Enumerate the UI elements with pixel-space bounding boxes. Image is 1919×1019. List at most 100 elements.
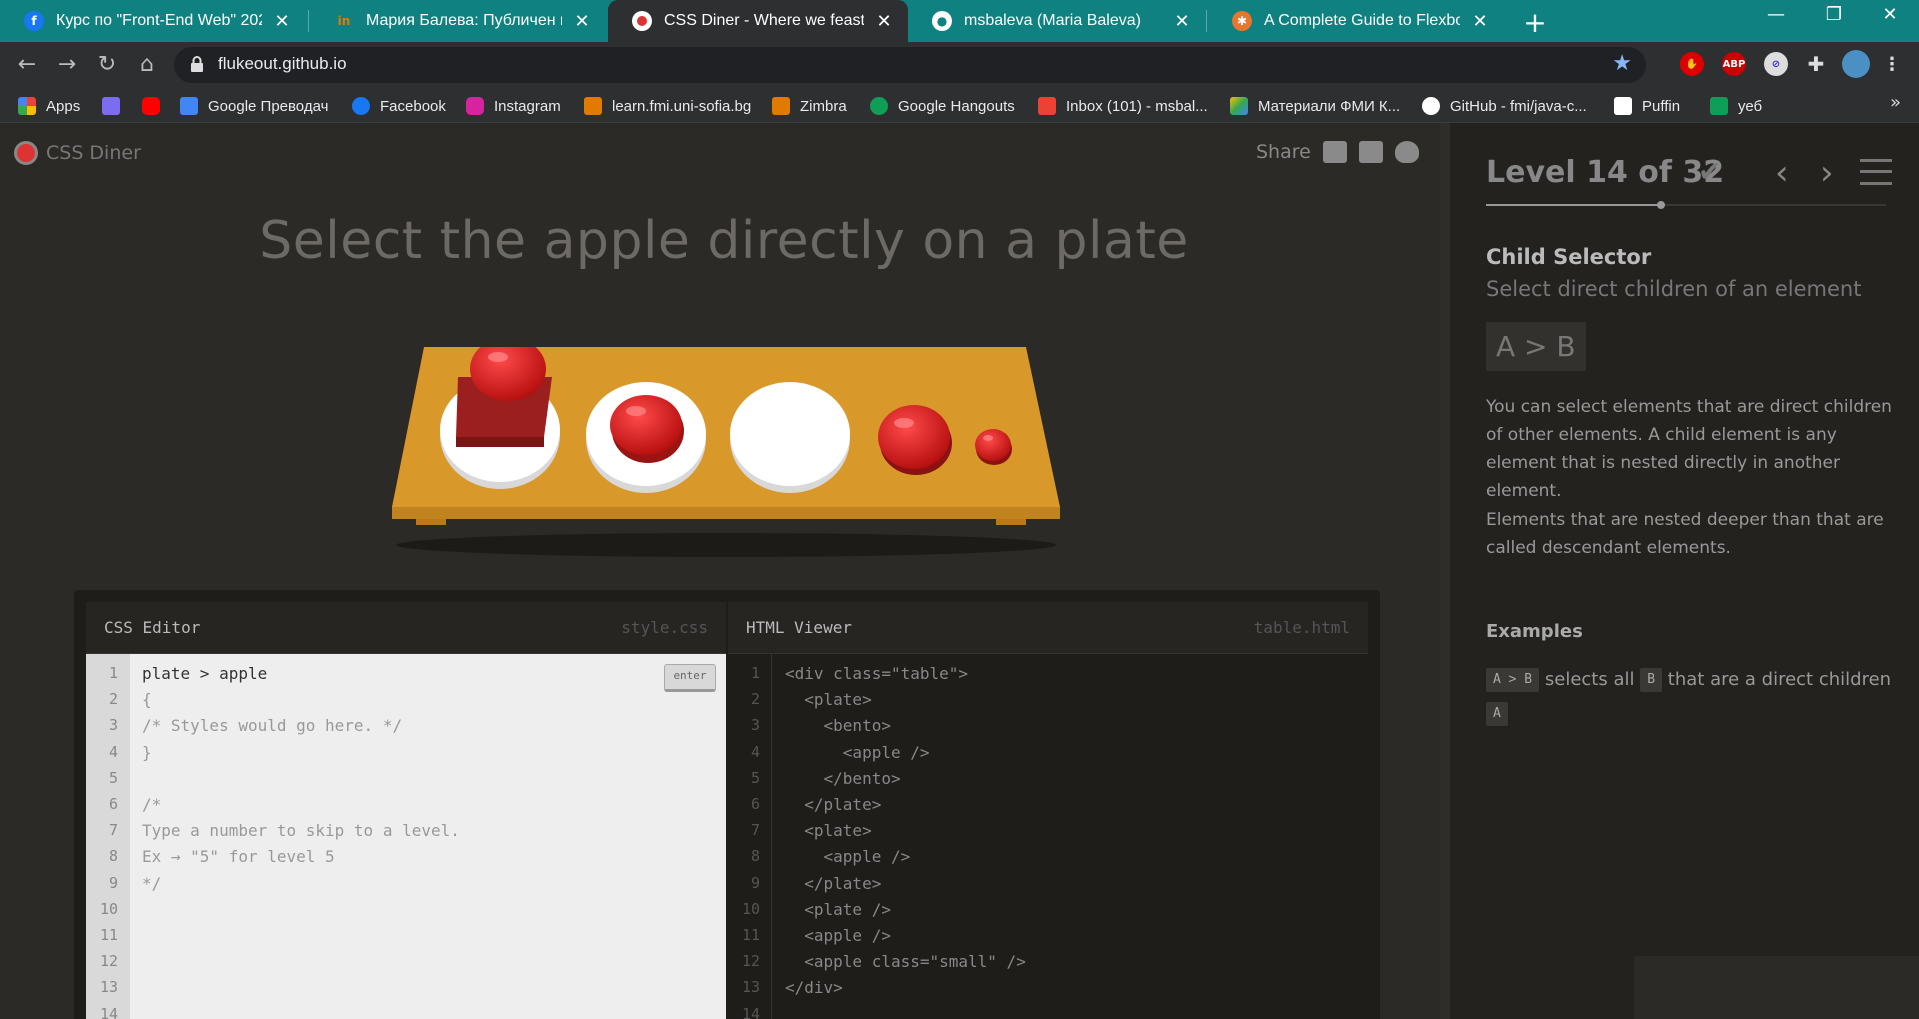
email-icon[interactable]: [1322, 141, 1347, 163]
selector-syntax: A > B: [1486, 322, 1586, 371]
example-item: A > B selects all B that are a direct ch…: [1486, 663, 1906, 731]
close-icon[interactable]: ✕: [874, 11, 894, 32]
tab-maria-baleva-profile[interactable]: in Мария Балева: Публичен проф ✕: [310, 0, 606, 42]
line-number: 10: [741, 899, 760, 918]
tab-css-diner[interactable]: CSS Diner - Where we feast on C ✕: [608, 0, 908, 42]
example-text: that are a direct children: [1667, 669, 1892, 690]
extensions-icon[interactable]: ✚: [1804, 52, 1828, 76]
html-viewer-title: HTML Viewer: [746, 618, 852, 637]
next-level-button[interactable]: ›: [1820, 153, 1834, 193]
twitter-icon[interactable]: [1394, 141, 1419, 163]
reload-button[interactable]: ↻: [92, 50, 122, 80]
tab-title: Курс по "Front-End Web" 2020 |: [56, 12, 262, 29]
new-tab-button[interactable]: +: [1520, 6, 1550, 39]
plate-with-apple[interactable]: [586, 382, 706, 493]
bookmark-inbox[interactable]: Inbox (101) - msbal...: [1038, 95, 1208, 117]
code-line: Type a number to skip to a level.: [142, 821, 460, 841]
close-icon[interactable]: ✕: [572, 11, 592, 32]
tab-bar: f Курс по "Front-End Web" 2020 | ✕ in Ма…: [0, 0, 1919, 42]
tab-github-msbaleva[interactable]: ● msbaleva (Maria Baleva) ✕: [908, 0, 1206, 42]
bookmark-google-translate[interactable]: Google Преводач: [180, 95, 328, 117]
line-number-gutter: 1 2 3 4 5 6 7 8 9 10 11 12 13 14: [86, 654, 130, 1019]
bookmark-google-hangouts[interactable]: Google Hangouts: [870, 95, 1015, 117]
css-diner-icon: [632, 11, 652, 31]
bookmark-github-fmi[interactable]: GitHub - fmi/java-c...: [1422, 95, 1587, 117]
example-code: B: [1640, 668, 1663, 692]
bookmark-youtube[interactable]: [142, 95, 170, 117]
empty-plate[interactable]: [730, 382, 850, 493]
github-icon: [1422, 97, 1440, 115]
bookmark-label: Google Hangouts: [898, 97, 1015, 115]
bookmark-teams[interactable]: [102, 95, 130, 117]
more-menu-icon[interactable]: ⋮: [1880, 52, 1904, 76]
code-line: */: [142, 873, 162, 893]
code-line: {: [142, 690, 152, 710]
bookmark-web[interactable]: уеб: [1710, 95, 1762, 117]
google-translate-icon: [180, 97, 198, 115]
github-icon: ●: [932, 11, 952, 31]
close-window-button[interactable]: ✕: [1870, 4, 1910, 25]
address-bar[interactable]: flukeout.github.io ★: [174, 47, 1646, 83]
close-icon[interactable]: ✕: [272, 11, 292, 32]
code-line: <apple />: [785, 742, 930, 762]
small-apple[interactable]: [975, 429, 1012, 465]
enter-button[interactable]: enter: [664, 664, 716, 692]
in-icon: in: [337, 14, 351, 28]
avatar[interactable]: [1842, 50, 1870, 78]
html-filename: table.html: [1253, 618, 1350, 637]
bookmark-learn-fmi[interactable]: learn.fmi.uni-sofia.bg: [584, 95, 751, 117]
bookmark-label: Google Преводач: [208, 97, 329, 115]
lock-icon: [191, 56, 203, 72]
menu-icon[interactable]: [1860, 159, 1892, 185]
line-number: 11: [99, 926, 118, 944]
hint-paragraph: You can select elements that are direct …: [1486, 397, 1892, 501]
abp-icon[interactable]: ABP: [1722, 52, 1746, 76]
hint-paragraph: Elements that are nested deeper than tha…: [1486, 510, 1884, 558]
level-progress-bar: [1486, 201, 1886, 209]
apps-grid-icon: [18, 97, 36, 115]
bookmark-star-icon[interactable]: ★: [1612, 51, 1632, 76]
code-line: <plate />: [785, 899, 891, 919]
bookmark-facebook[interactable]: Facebook: [352, 95, 446, 117]
css-tricks-icon: ✱: [1232, 11, 1252, 31]
line-number: 5: [750, 768, 760, 787]
example-code: A: [1486, 702, 1508, 726]
bookmark-materials-fmi[interactable]: Материали ФМИ К...: [1230, 95, 1400, 117]
level-sidebar: Level 14 of 32 ✔ ‹ › Child Selector Sele…: [1440, 123, 1919, 1019]
line-number: 13: [99, 978, 118, 997]
line-number: 2: [108, 690, 118, 709]
tab-front-end-course[interactable]: f Курс по "Front-End Web" 2020 | ✕: [0, 0, 306, 42]
progress-marker: [1657, 201, 1665, 209]
apple-on-plate[interactable]: [610, 395, 682, 455]
facebook-icon[interactable]: [1358, 141, 1383, 163]
css-diner-logo[interactable]: CSS Diner: [14, 141, 141, 165]
home-button[interactable]: ⌂: [132, 50, 162, 80]
adblock-icon[interactable]: ✋: [1680, 52, 1704, 76]
line-number: 8: [750, 847, 760, 866]
bookmarks-overflow-button[interactable]: »: [1890, 92, 1901, 113]
css-code-input[interactable]: 1 2 3 4 5 6 7 8 9 10 11 12 13 14 enter plate > apple{…: [86, 654, 726, 1019]
close-icon[interactable]: ✕: [1172, 11, 1192, 32]
restore-button[interactable]: ❐: [1814, 4, 1854, 25]
tab-title: A Complete Guide to Flexbox | C: [1264, 12, 1460, 29]
line-number: 3: [108, 716, 118, 735]
css-editor: CSS Editor style.css 1 2 3 4 5 6 7 8 9 10 11 12 13 14…: [86, 602, 726, 1019]
code-line: <bento>: [785, 716, 891, 736]
logo-icon: [14, 141, 38, 165]
google-drive-icon: [1230, 97, 1248, 115]
forward-button[interactable]: →: [52, 50, 82, 80]
line-number: 11: [741, 926, 760, 944]
previous-level-button[interactable]: ‹: [1775, 153, 1789, 193]
tab-flexbox-guide[interactable]: ✱ A Complete Guide to Flexbox | C ✕: [1208, 0, 1504, 42]
bookmark-puffin[interactable]: Puffin: [1614, 95, 1680, 117]
close-icon[interactable]: ✕: [1470, 11, 1490, 32]
back-button[interactable]: ←: [12, 50, 42, 80]
bookmark-zimbra[interactable]: Zimbra: [772, 95, 847, 117]
minimize-button[interactable]: —: [1756, 4, 1796, 25]
block-icon[interactable]: ⊘: [1764, 52, 1788, 76]
instagram-icon: [466, 97, 484, 115]
bookmark-label: Zimbra: [800, 97, 847, 115]
bookmark-apps[interactable]: Apps: [18, 95, 80, 117]
bookmark-instagram[interactable]: Instagram: [466, 95, 561, 117]
bookmark-label: Материали ФМИ К...: [1258, 97, 1401, 115]
